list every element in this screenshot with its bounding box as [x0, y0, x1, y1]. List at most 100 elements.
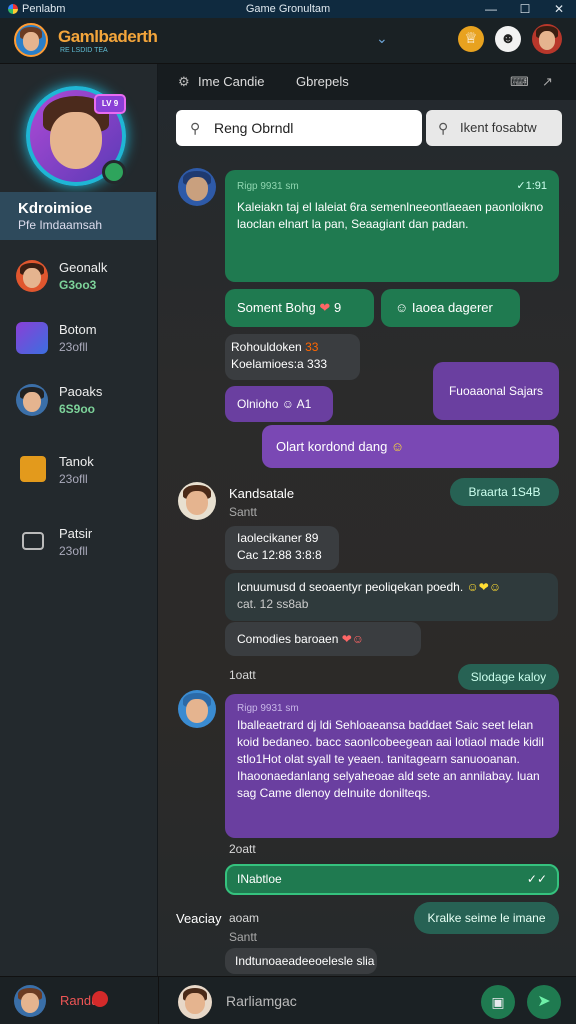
- message-bubble: INabtloe ✓✓: [225, 864, 559, 895]
- crown-icon[interactable]: ♕: [458, 26, 484, 52]
- message-text: INabtloe: [237, 872, 282, 886]
- message-bubble: Rigp 9931 sm Iballeaetrard dj ldi Sehloa…: [225, 694, 559, 838]
- sidebar-item-paoaks[interactable]: Paoaks 6S9oo: [0, 374, 156, 428]
- composer-bar: Randu Rarliamgac ▣ ➤: [0, 976, 576, 1024]
- composer-avatar[interactable]: [178, 985, 212, 1019]
- online-status-icon: [102, 160, 126, 184]
- contact-name: Geonalk: [59, 260, 108, 275]
- sidebar: LV 9 Kdroimioe Pfe Imdaamsah Geonalk G3o…: [0, 64, 158, 976]
- sidebar-item-botom[interactable]: Botom 23ofll: [0, 312, 156, 366]
- message-number: A1: [296, 397, 312, 411]
- message-bubble: Iaolecikaner 89 Cac 12:88 3:8:8: [225, 526, 339, 570]
- contact-status: 23ofll: [59, 544, 88, 558]
- search-input[interactable]: Reng Obrndl: [176, 110, 422, 146]
- message-text: Cac 12:88 3:8:8: [237, 548, 322, 562]
- sender-subtitle: Santt: [229, 930, 258, 944]
- message-time: ✓1:91: [516, 180, 547, 192]
- face-icon: ☺: [281, 397, 294, 411]
- chip-label: Braarta: [468, 485, 508, 499]
- status-chip[interactable]: Slodage kaloy: [458, 664, 559, 690]
- current-user-subtitle: Pfe Imdaamsah: [18, 218, 103, 232]
- app-name: Penlabm: [0, 3, 200, 15]
- face-icon: ☺: [395, 300, 412, 315]
- minimize-button[interactable]: —: [474, 0, 508, 18]
- chip-count: 1S4B: [511, 485, 541, 499]
- game-icon: [16, 322, 48, 354]
- gamepad-icon[interactable]: ⌨: [510, 74, 529, 90]
- contact-status: 23ofll: [59, 340, 88, 354]
- message-bubble: Rigp 9931 sm ✓1:91 Kaleiakn taj el lalei…: [225, 170, 559, 282]
- time-separator: 1oatt: [229, 668, 256, 682]
- chat-tabs: ⚙ Ime Candie Gbrepels ⌨ ↗: [158, 64, 576, 100]
- message-bubble: Rohouldoken 33 Koelamioes:a 333: [225, 334, 360, 380]
- sender-avatar[interactable]: [178, 168, 216, 206]
- sidebar-item-geonalk[interactable]: Geonalk G3oo3: [0, 250, 156, 304]
- tab-candie[interactable]: Ime Candie: [198, 74, 264, 89]
- sender-avatar[interactable]: [178, 482, 216, 520]
- header-avatar[interactable]: [14, 23, 48, 57]
- gamepad-icon[interactable]: ▣: [481, 985, 515, 1019]
- reaction-chip[interactable]: Soment Bohg ❤ 9: [225, 289, 374, 327]
- message-text: Iballeaetrard dj ldi Sehloaeansa baddaet…: [237, 718, 544, 800]
- message-header: Rigp 9931 sm: [237, 181, 299, 192]
- message-text: Iaolecikaner: [237, 531, 302, 545]
- message-header: Rigp 9931 sm: [237, 703, 299, 714]
- message-subtext: cat. 12 ss8ab: [237, 597, 309, 611]
- window-titlebar: Penlabm Game Gronultam — ☐ ✕: [0, 0, 576, 18]
- message-bubble: Indtunoaeadeeoelesle slia: [225, 948, 377, 974]
- sender-avatar[interactable]: [178, 690, 216, 728]
- maximize-button[interactable]: ☐: [508, 0, 542, 18]
- message-text: Comodies baroaen: [237, 632, 339, 646]
- contact-name: Paoaks: [59, 384, 103, 399]
- notification-badge-icon: [92, 991, 108, 1007]
- message-text: Olart kordond dang: [276, 439, 388, 454]
- search-icon: ⚲: [190, 120, 201, 136]
- self-avatar[interactable]: [14, 985, 46, 1017]
- contact-name: Patsir: [59, 526, 93, 541]
- status-chip[interactable]: Kralke seime le imane: [414, 902, 559, 934]
- message-number: 89: [305, 531, 319, 545]
- message-text: Koelamioes:a 333: [231, 357, 328, 371]
- contact-avatar: [16, 384, 48, 416]
- sender-subtitle: Santt: [229, 505, 258, 519]
- brand-subtitle: RE LSDID TEA: [60, 47, 108, 54]
- trophy-icon: [20, 456, 46, 482]
- time-separator: 2oatt: [229, 842, 256, 856]
- reaction-chip[interactable]: ☺ Iaoea dagerer: [381, 289, 520, 327]
- sidebar-item-patsir[interactable]: Patsir 23ofll: [0, 516, 156, 570]
- message-text: Icnuumusd d seoaentyr peoliqekan poedh.: [237, 580, 464, 594]
- sender-name: Veaciay: [176, 911, 222, 926]
- app-logo-icon: [8, 4, 18, 14]
- contact-status: G3oo3: [59, 278, 97, 292]
- sender-name: Kandsatale: [229, 486, 295, 501]
- panda-icon[interactable]: ☻: [495, 26, 521, 52]
- status-chip[interactable]: Braarta 1S4B: [450, 478, 559, 506]
- sender-name-suffix: aoam: [229, 911, 260, 925]
- message-text: Olnioho: [237, 397, 279, 411]
- app-name-label: Penlabm: [22, 3, 66, 15]
- message-bubble: Olnioho ☺ A1: [225, 386, 333, 422]
- message-bubble: Comodies baroaen ❤☺: [225, 622, 421, 656]
- chip-label: Iaoea dagerer: [411, 300, 493, 315]
- contact-avatar: [16, 260, 48, 292]
- message-input[interactable]: Rarliamgac: [226, 993, 297, 1009]
- send-icon[interactable]: ➤: [527, 985, 561, 1019]
- chevron-down-icon[interactable]: ⌄: [376, 30, 388, 47]
- message-text: Kaleiakn taj el laleiat 6ra semenlneeont…: [237, 200, 544, 231]
- contact-name: Botom: [59, 322, 97, 337]
- user-avatar-icon[interactable]: [532, 24, 562, 54]
- message-text: Rohouldoken: [231, 340, 302, 354]
- expand-icon[interactable]: ↗: [542, 74, 553, 90]
- message-bubble: Fuoaaonal Sajars: [433, 362, 559, 420]
- current-user-name: Kdroimioe: [18, 200, 93, 217]
- current-user-card[interactable]: Kdroimioe Pfe Imdaamsah: [0, 192, 156, 240]
- tab-groups[interactable]: Gbrepels: [296, 74, 349, 89]
- level-badge: LV 9: [94, 94, 126, 114]
- message-number: 33: [305, 340, 319, 354]
- heart-icon: ❤: [319, 300, 331, 315]
- divider: [158, 977, 159, 1024]
- close-button[interactable]: ✕: [542, 0, 576, 18]
- emoji-icon: ☺: [390, 439, 405, 454]
- emoji-icon: ❤☺: [341, 632, 365, 646]
- sidebar-item-tanok[interactable]: Tanok 23ofll: [0, 444, 156, 498]
